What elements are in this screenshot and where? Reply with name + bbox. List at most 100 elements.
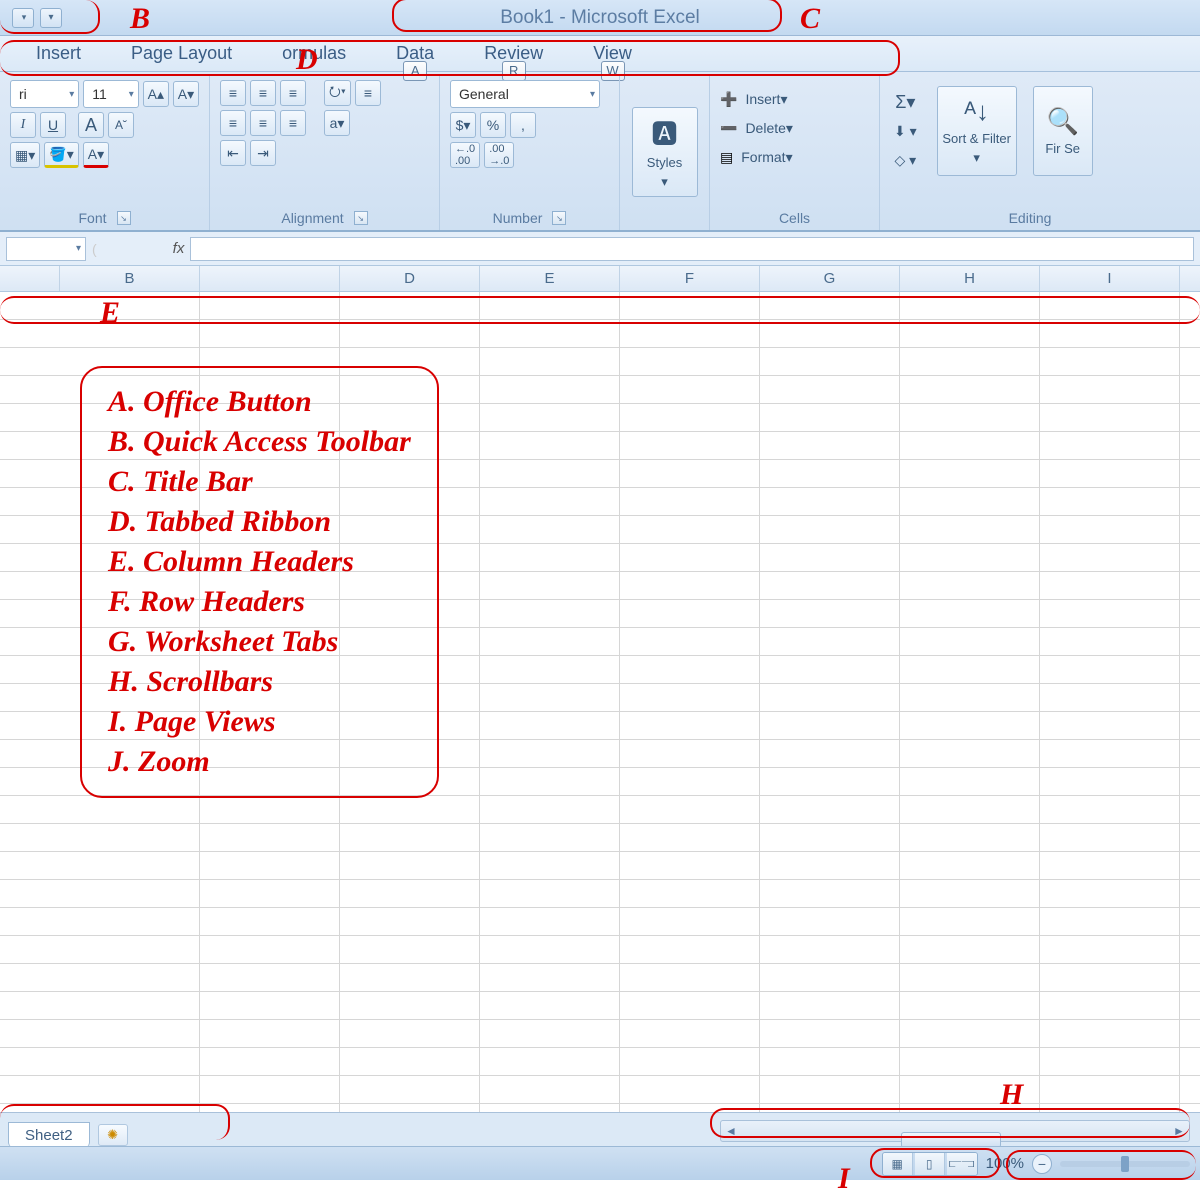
number-dialog-launcher[interactable]: ↘ <box>552 211 566 225</box>
clear-button[interactable]: ◇ ▾ <box>890 147 921 173</box>
window-title: Book1 - Microsoft Excel <box>0 7 1200 29</box>
formula-input[interactable] <box>190 237 1194 261</box>
fill-color-button[interactable]: 🪣▾ <box>44 142 78 168</box>
group-number-label: Number ↘ <box>450 208 609 228</box>
number-format-combo[interactable]: General <box>450 80 600 108</box>
orientation-button[interactable]: ⭮▾ <box>324 80 351 106</box>
find-select-button[interactable]: 🔍 Fir Se <box>1033 86 1093 176</box>
editing-label: Editing <box>1009 210 1052 226</box>
name-box[interactable] <box>6 237 86 261</box>
percent-button[interactable]: % <box>480 112 506 138</box>
styles-button[interactable]: 🅰 Styles ▾ <box>632 107 698 197</box>
shrink-font-button[interactable]: A▾ <box>173 81 199 107</box>
merge-label: a <box>330 115 338 131</box>
legend-annotation: A. Office Button B. Quick Access Toolbar… <box>80 366 439 798</box>
tab-page-layout[interactable]: Page Layout <box>125 39 238 68</box>
cells-grid[interactable]: A. Office Button B. Quick Access Toolbar… <box>0 292 1200 1112</box>
wrap-text-button[interactable]: ≡ <box>355 80 381 106</box>
column-header[interactable]: E <box>480 266 620 291</box>
grow-font-button[interactable]: A▴ <box>143 81 169 107</box>
align-top-button[interactable]: ≡ <box>220 80 246 106</box>
column-header[interactable]: G <box>760 266 900 291</box>
align-center-button[interactable]: ≡ <box>250 110 276 136</box>
delete-label: Delete <box>745 120 785 136</box>
delete-cells-button[interactable]: Delete ▾ <box>741 115 797 141</box>
underline-button[interactable]: U <box>40 112 66 138</box>
scroll-right-icon[interactable]: ► <box>1169 1124 1189 1138</box>
font-size-combo[interactable]: 11 <box>83 80 139 108</box>
group-cells: ➕Insert ▾ ➖Delete ▾ ▤Format ▾ Cells <box>710 76 880 230</box>
column-header[interactable] <box>200 266 340 291</box>
fill-button[interactable]: ⬇ ▾ <box>890 118 921 144</box>
formula-bar: ( fx <box>0 232 1200 266</box>
column-header[interactable]: F <box>620 266 760 291</box>
new-sheet-button[interactable]: ✺ <box>98 1124 128 1146</box>
border-button[interactable]: ▦▾ <box>10 142 40 168</box>
tab-data-label: Data <box>396 43 434 63</box>
page-layout-view-button[interactable]: ▯ <box>915 1153 945 1175</box>
increase-decimal-button[interactable]: ←.0.00 <box>450 142 480 168</box>
merge-button[interactable]: a▾ <box>324 110 350 136</box>
alignment-dialog-launcher[interactable]: ↘ <box>354 211 368 225</box>
align-middle-button[interactable]: ≡ <box>250 80 276 106</box>
group-font-label: Font ↘ <box>10 208 199 228</box>
format-cells-icon: ▤ <box>720 149 733 166</box>
tab-view-label: View <box>593 43 632 63</box>
page-break-view-button[interactable]: ⫍⫎ <box>947 1153 977 1175</box>
alignment-label: Alignment <box>281 210 343 226</box>
column-header[interactable]: B <box>60 266 200 291</box>
italic-button[interactable]: I <box>10 112 36 138</box>
column-header[interactable]: H <box>900 266 1040 291</box>
format-cells-button[interactable]: Format ▾ <box>737 144 796 170</box>
select-all-corner[interactable] <box>0 266 60 291</box>
font-dialog-launcher[interactable]: ↘ <box>117 211 131 225</box>
increase-indent-button[interactable]: ⇥ <box>250 140 276 166</box>
font-name-combo[interactable]: ri <box>10 80 79 108</box>
horizontal-scrollbar[interactable]: ◄ ► <box>720 1120 1190 1142</box>
ribbon: ri 11 A▴ A▾ I U A A˘ ▦▾ 🪣▾ A▾ Font ↘ <box>0 72 1200 232</box>
decrease-indent-button[interactable]: ⇤ <box>220 140 246 166</box>
zoom-level[interactable]: 100% <box>986 1155 1024 1172</box>
group-alignment: ≡ ≡ ≡ ⭮▾ ≡ ≡ ≡ ≡ a▾ ⇤ ⇥ Alignment ↘ <box>210 76 440 230</box>
decrease-font-button[interactable]: A˘ <box>108 112 134 138</box>
tab-data[interactable]: Data A <box>390 39 440 68</box>
column-header[interactable]: I <box>1040 266 1180 291</box>
insert-label: Insert <box>745 91 780 107</box>
insert-cells-button[interactable]: Insert ▾ <box>741 86 791 112</box>
quick-access-toolbar: ▾ <box>6 6 68 30</box>
scroll-left-icon[interactable]: ◄ <box>721 1124 741 1138</box>
autosum-button[interactable]: Σ ▾ <box>890 89 921 115</box>
align-left-button[interactable]: ≡ <box>220 110 246 136</box>
currency-button[interactable]: $ ▾ <box>450 112 476 138</box>
grow-font-label: A <box>148 86 157 102</box>
sort-filter-button[interactable]: ᴬ↓ Sort & Filter▾ <box>937 86 1017 176</box>
legend-item: I. Page Views <box>108 702 411 742</box>
legend-item: D. Tabbed Ribbon <box>108 502 411 542</box>
zoom-out-button[interactable]: − <box>1032 1154 1052 1174</box>
decrease-decimal-button[interactable]: .00→.0 <box>484 142 514 168</box>
column-header[interactable]: J <box>1180 266 1200 291</box>
align-right-button[interactable]: ≡ <box>280 110 306 136</box>
qat-customize[interactable]: ▾ <box>40 8 62 28</box>
column-header[interactable]: D <box>340 266 480 291</box>
group-editing: Σ ▾ ⬇ ▾ ◇ ▾ ᴬ↓ Sort & Filter▾ 🔍 Fir Se E… <box>880 76 1180 230</box>
fx-label[interactable]: fx <box>173 240 185 257</box>
legend-item: G. Worksheet Tabs <box>108 622 411 662</box>
sigma-icon: Σ <box>895 92 906 113</box>
qat-button[interactable] <box>12 8 34 28</box>
tab-review[interactable]: Review R <box>478 39 549 68</box>
legend-item: E. Column Headers <box>108 542 411 582</box>
tab-review-label: Review <box>484 43 543 63</box>
tab-formulas[interactable]: ormulas <box>276 39 352 68</box>
insert-cells-icon: ➕ <box>720 91 737 108</box>
zoom-slider[interactable] <box>1060 1161 1190 1167</box>
increase-font-button[interactable]: A <box>78 112 104 138</box>
align-bottom-button[interactable]: ≡ <box>280 80 306 106</box>
normal-view-button[interactable]: ▦ <box>883 1153 913 1175</box>
column-headers: B D E F G H I J <box>0 266 1200 292</box>
comma-button[interactable]: , <box>510 112 536 138</box>
font-color-button[interactable]: A▾ <box>83 142 109 168</box>
tab-view[interactable]: View W <box>587 39 638 68</box>
tab-insert[interactable]: Insert <box>30 39 87 68</box>
sheet-tab[interactable]: Sheet2 <box>8 1122 90 1148</box>
